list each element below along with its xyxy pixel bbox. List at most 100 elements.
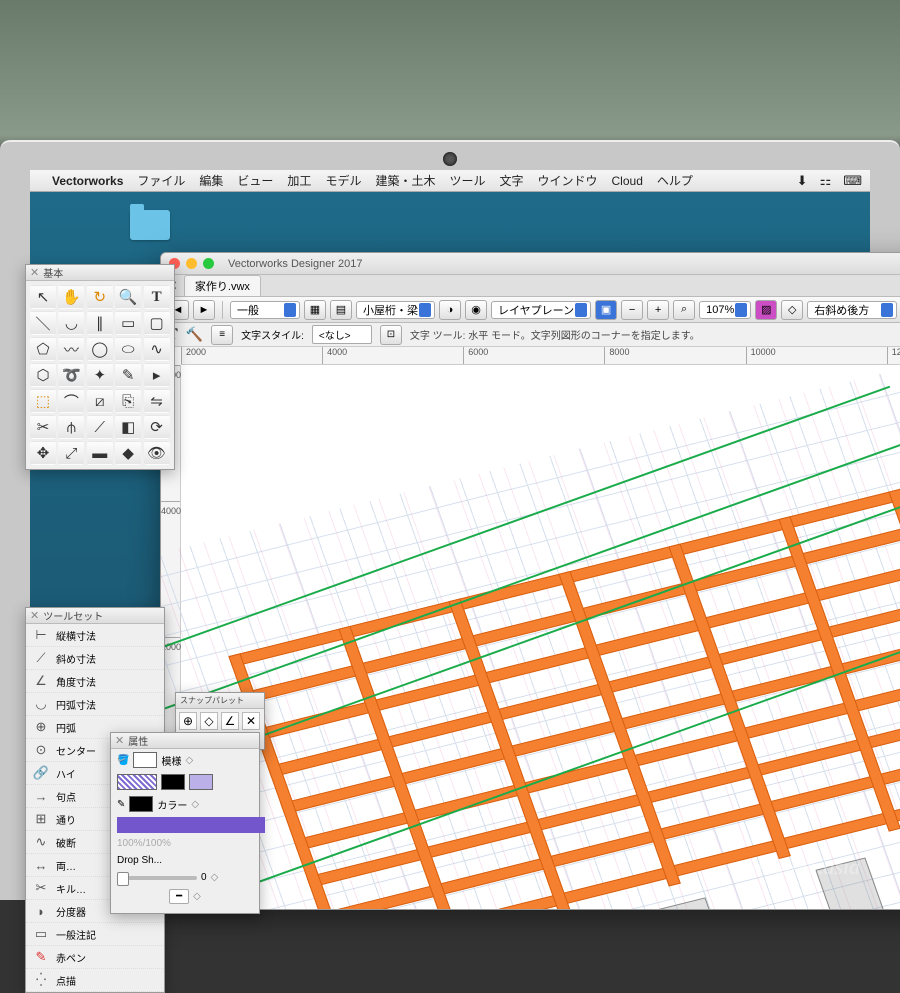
plane-select[interactable]: レイヤプレーン bbox=[491, 301, 591, 319]
menu-edit[interactable]: 編集 bbox=[199, 172, 223, 189]
double-line-tool-icon[interactable]: ∥ bbox=[87, 311, 113, 335]
palette-close-icon[interactable]: ✕ bbox=[115, 734, 124, 747]
palette-close-icon[interactable]: ✕ bbox=[30, 266, 39, 279]
window-titlebar[interactable]: Vectorworks Designer 2017 家作り.vwx bbox=[161, 253, 900, 275]
regular-polygon-tool-icon[interactable]: ⬡ bbox=[30, 363, 56, 387]
black-swatch[interactable] bbox=[161, 774, 185, 790]
menu-tools[interactable]: ツール bbox=[449, 172, 485, 189]
zoom-tool-icon[interactable]: 🔍 bbox=[115, 285, 141, 309]
nav-fwd-button[interactable]: ► bbox=[193, 300, 215, 320]
text-tool-icon[interactable]: T bbox=[144, 285, 170, 309]
zoom-out-button[interactable]: − bbox=[621, 300, 643, 320]
shadow-slider[interactable] bbox=[117, 876, 197, 880]
menu-help[interactable]: ヘルプ bbox=[657, 172, 693, 189]
rotate-tool-icon[interactable]: ⟳ bbox=[144, 415, 170, 439]
toolset-item[interactable]: ⊢縦横寸法 bbox=[26, 624, 164, 647]
class-options-button[interactable]: ▦ bbox=[304, 300, 326, 320]
chamfer-tool-icon[interactable]: ⧄ bbox=[87, 389, 113, 413]
reshape-tool-icon[interactable]: ◧ bbox=[115, 415, 141, 439]
document-tab[interactable]: 家作り.vwx bbox=[184, 275, 261, 296]
snap-point-icon[interactable]: ⊕ bbox=[179, 712, 197, 730]
move-tool-icon[interactable]: ✥ bbox=[30, 441, 56, 465]
mirror-tool-icon[interactable]: ⇋ bbox=[144, 389, 170, 413]
menu-model[interactable]: モデル bbox=[325, 172, 361, 189]
class-select[interactable]: 一般 bbox=[230, 301, 300, 319]
lavender-swatch[interactable] bbox=[189, 774, 213, 790]
filter-button[interactable]: ◉ bbox=[465, 300, 487, 320]
canvas[interactable]: 800 bbox=[181, 365, 900, 909]
align-button[interactable]: ≡ bbox=[211, 325, 233, 345]
menu-arch[interactable]: 建築・土木 bbox=[375, 172, 435, 189]
attributes-palette[interactable]: ✕ 属性 🪣 模様 ◇ ✎ カラー ◇ 100%/10 bbox=[110, 732, 260, 914]
text-style-select[interactable]: <なし> bbox=[312, 325, 372, 344]
polyline-tool-icon[interactable]: 〰 bbox=[58, 337, 84, 361]
text-options-button[interactable]: ⊡ bbox=[380, 325, 402, 345]
render-mode-button[interactable]: ▨ bbox=[755, 300, 777, 320]
app-name[interactable]: Vectorworks bbox=[52, 174, 123, 188]
scale-tool-icon[interactable]: ⤢ bbox=[58, 441, 84, 465]
eyedropper-tool-icon[interactable]: ✎ bbox=[115, 363, 141, 387]
snap-intersection-icon[interactable]: ✕ bbox=[242, 712, 260, 730]
clip-tool-icon[interactable]: ⬚ bbox=[30, 389, 56, 413]
fill-swatch[interactable] bbox=[133, 752, 157, 768]
snap-angle-icon[interactable]: ∠ bbox=[221, 712, 239, 730]
menu-text[interactable]: 文字 bbox=[499, 172, 523, 189]
split-tool-icon[interactable]: ✂ bbox=[30, 415, 56, 439]
menu-cloud[interactable]: Cloud bbox=[612, 174, 643, 188]
basic-tool-palette[interactable]: ✕ 基本 ↖ ✋ ↻ 🔍 T ＼ ◡ ∥ ▭ ▢ ⬠ 〰 ◯ ⬭ ∿ ⬡ ➰ bbox=[25, 264, 175, 470]
menu-modify[interactable]: 加工 bbox=[287, 172, 311, 189]
attribute-mapping-tool-icon[interactable]: ▸ bbox=[144, 363, 170, 387]
trim-tool-icon[interactable]: ⟋ bbox=[87, 415, 113, 439]
selection-tool-icon[interactable]: ↖ bbox=[30, 285, 56, 309]
input-icon[interactable]: ⌨ bbox=[843, 173, 862, 189]
layers-button[interactable]: ▤ bbox=[330, 300, 352, 320]
circle-tool-icon[interactable]: ◯ bbox=[87, 337, 113, 361]
locus-tool-icon[interactable]: ✦ bbox=[87, 363, 113, 387]
line-style-select[interactable]: ━ bbox=[169, 889, 189, 904]
arc-tool-icon[interactable]: ◡ bbox=[58, 311, 84, 335]
polygon-tool-icon[interactable]: ⬠ bbox=[30, 337, 56, 361]
wifi-icon[interactable]: ⚏ bbox=[820, 173, 832, 189]
offset-tool-icon[interactable]: ⎘ bbox=[115, 389, 141, 413]
palette-close-icon[interactable]: ✕ bbox=[30, 609, 39, 622]
toolset-item[interactable]: ∠角度寸法 bbox=[26, 670, 164, 693]
pan-tool-icon[interactable]: ✋ bbox=[58, 285, 84, 309]
color-bar[interactable] bbox=[117, 817, 265, 833]
visibility-button[interactable]: ◑ bbox=[439, 300, 461, 320]
view-select[interactable]: 右斜め後方 bbox=[807, 301, 897, 319]
visibility-tool-icon[interactable]: 👁 bbox=[144, 441, 170, 465]
hammer-icon[interactable]: 🔨 bbox=[186, 326, 203, 343]
menu-window[interactable]: ウインドウ bbox=[538, 172, 598, 189]
freehand-tool-icon[interactable]: ∿ bbox=[144, 337, 170, 361]
fillet-tool-icon[interactable]: ⌒ bbox=[58, 389, 84, 413]
drawing-area[interactable]: 2000400060008000100001200014000 60004000… bbox=[161, 347, 900, 909]
menu-view[interactable]: ビュー bbox=[237, 172, 273, 189]
symbol-tool-icon[interactable]: ◆ bbox=[115, 441, 141, 465]
wall-tool-icon[interactable]: ▬ bbox=[87, 441, 113, 465]
pen-icon[interactable]: ✎ bbox=[117, 799, 125, 810]
zoom-fit-button[interactable]: ⌕ bbox=[673, 300, 695, 320]
toolset-item[interactable]: ◡円弧寸法 bbox=[26, 693, 164, 716]
toolset-item[interactable]: ⟋斜め寸法 bbox=[26, 647, 164, 670]
spiral-tool-icon[interactable]: ➰ bbox=[58, 363, 84, 387]
rectangle-tool-icon[interactable]: ▭ bbox=[115, 311, 141, 335]
view-cube-button[interactable]: ▣ bbox=[595, 300, 617, 320]
zoom-in-button[interactable]: + bbox=[647, 300, 669, 320]
line-tool-icon[interactable]: ＼ bbox=[30, 311, 56, 335]
hatch-swatch[interactable] bbox=[117, 774, 157, 790]
finder-folder-icon[interactable] bbox=[130, 210, 170, 240]
bucket-icon[interactable]: 🪣 bbox=[117, 755, 129, 766]
pen-swatch[interactable] bbox=[129, 796, 153, 812]
oval-tool-icon[interactable]: ⬭ bbox=[115, 337, 141, 361]
toolset-item[interactable]: ✎赤ペン bbox=[26, 946, 164, 969]
connect-tool-icon[interactable]: ⫛ bbox=[58, 415, 84, 439]
dropbox-icon[interactable]: ⬇ bbox=[797, 173, 808, 189]
layer-select[interactable]: 小屋桁・梁 bbox=[356, 301, 435, 319]
minimize-window-icon[interactable] bbox=[186, 258, 197, 269]
rounded-rect-tool-icon[interactable]: ▢ bbox=[144, 311, 170, 335]
projection-button[interactable]: ◇ bbox=[781, 300, 803, 320]
toolset-item[interactable]: ⁛点描 bbox=[26, 969, 164, 992]
zoom-window-icon[interactable] bbox=[203, 258, 214, 269]
menu-file[interactable]: ファイル bbox=[137, 172, 185, 189]
zoom-select[interactable]: 107% bbox=[699, 301, 751, 319]
